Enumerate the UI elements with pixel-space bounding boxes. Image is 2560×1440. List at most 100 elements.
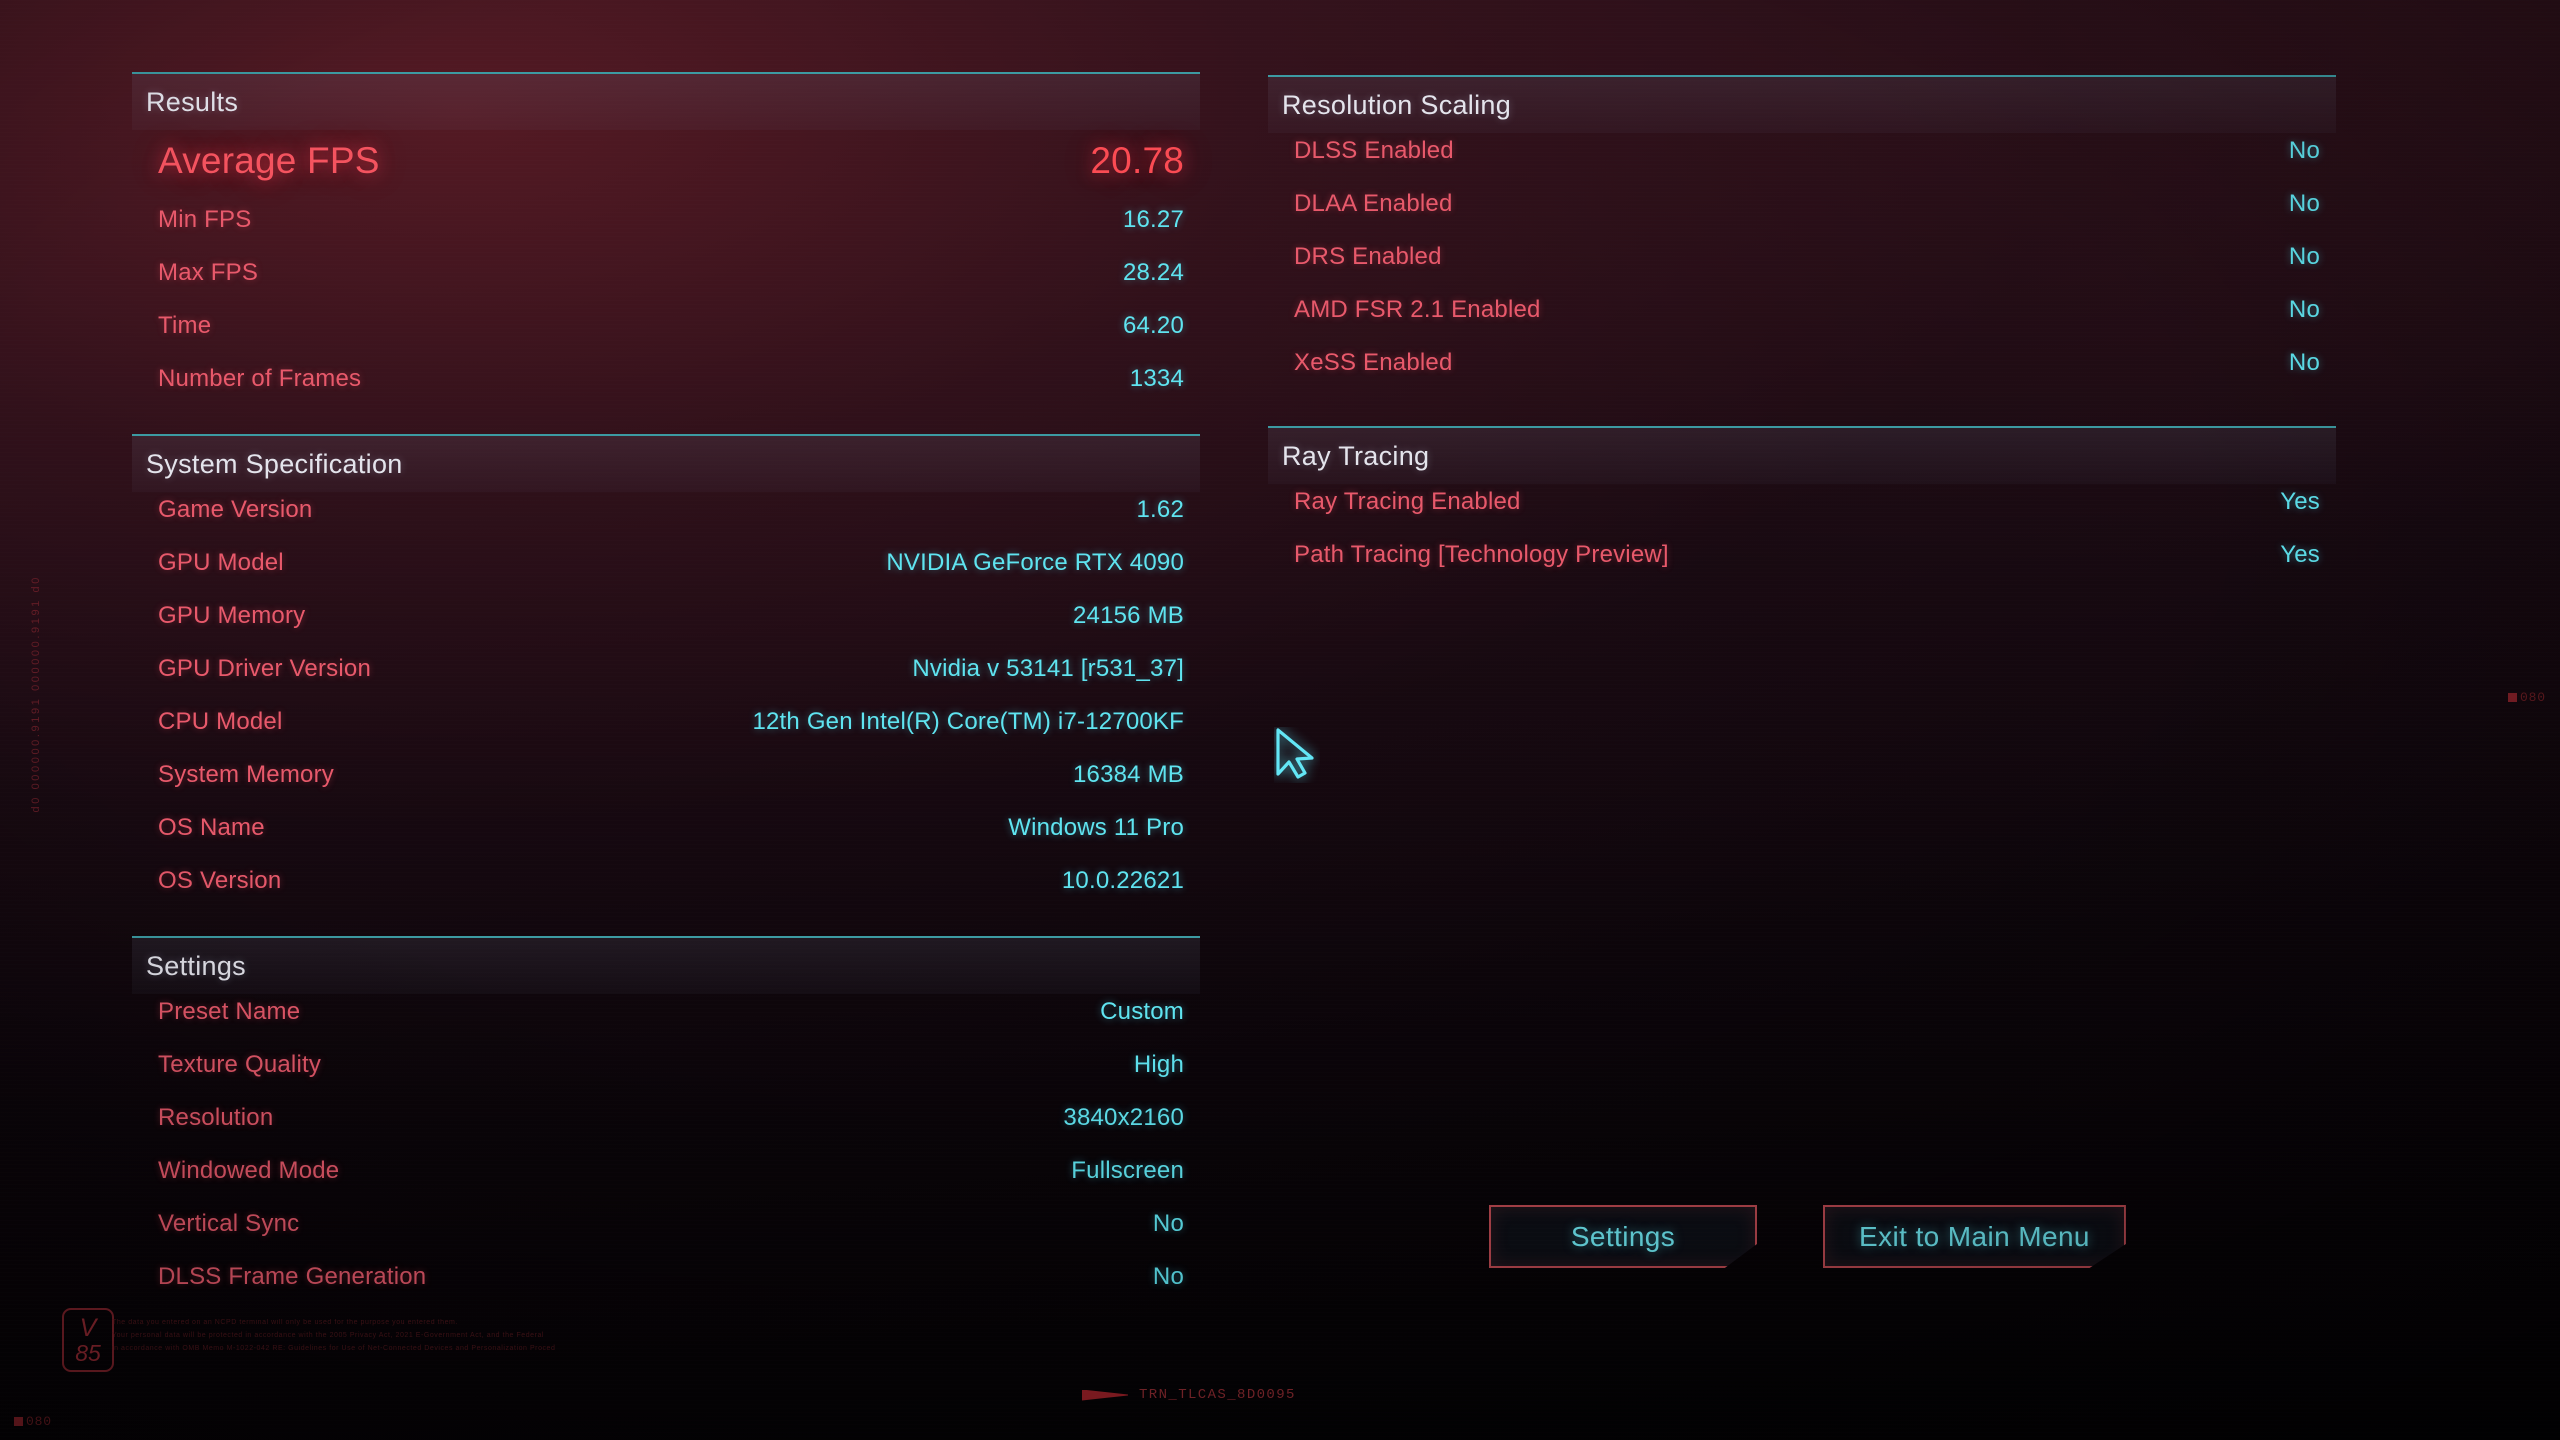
stat-row: DLSS Enabled No [1268, 137, 2336, 190]
stat-label: Time [158, 312, 212, 339]
stat-label: Average FPS [158, 140, 380, 181]
stat-row: GPU Model NVIDIA GeForce RTX 4090 [132, 549, 1200, 602]
stat-row: Average FPS 20.78 [132, 134, 1200, 206]
stat-row: DRS Enabled No [1268, 243, 2336, 296]
stat-value: No [2288, 349, 2320, 376]
stat-value: Custom [1100, 998, 1184, 1025]
stat-row: Time 64.20 [132, 312, 1200, 365]
stat-value: 1334 [1129, 365, 1184, 392]
bottom-left-marker-label: 080 [26, 1414, 52, 1429]
stat-label: System Memory [158, 761, 334, 788]
stat-label: Game Version [158, 496, 313, 523]
right-edge-marker-label: 080 [2520, 690, 2546, 705]
action-button-group: Settings Exit to Main Menu [1489, 1205, 2126, 1268]
stat-value: Fullscreen [1071, 1157, 1184, 1184]
stat-value: No [2288, 296, 2320, 323]
stat-value: 10.0.22621 [1061, 867, 1184, 894]
badge-letter: V [79, 1313, 97, 1342]
stat-row: Vertical Sync No [132, 1210, 1200, 1263]
stat-value: NVIDIA GeForce RTX 4090 [886, 549, 1184, 576]
stat-value: No [1152, 1263, 1184, 1290]
stat-row: CPU Model 12th Gen Intel(R) Core(TM) i7-1… [132, 708, 1200, 761]
footer-trace-tag: TRN_TLCAS_8D0095 [1082, 1387, 1296, 1403]
stat-row: Max FPS 28.24 [132, 259, 1200, 312]
section-header: Ray Tracing [1268, 426, 2336, 484]
section-title: Results [146, 86, 239, 117]
stat-row: DLAA Enabled No [1268, 190, 2336, 243]
stat-label: GPU Driver Version [158, 655, 371, 682]
stat-row: Number of Frames 1334 [132, 365, 1200, 418]
stat-row: Min FPS 16.27 [132, 206, 1200, 259]
stat-row: Ray Tracing Enabled Yes [1268, 488, 2336, 541]
stat-value: 3840x2160 [1063, 1104, 1184, 1131]
stat-label: DRS Enabled [1294, 243, 1442, 270]
mouse-cursor-icon [1276, 728, 1314, 779]
stat-row: Preset Name Custom [132, 998, 1200, 1051]
exit-to-main-menu-button[interactable]: Exit to Main Menu [1823, 1205, 2126, 1268]
stat-row: Resolution 3840x2160 [132, 1104, 1200, 1157]
stat-value: 24156 MB [1072, 602, 1184, 629]
stat-label: OS Version [158, 867, 282, 894]
stat-label: DLSS Enabled [1294, 137, 1454, 164]
stat-label: Windowed Mode [158, 1157, 340, 1184]
section-header: System Specification [132, 434, 1200, 492]
stat-value: No [2288, 243, 2320, 270]
stat-label: Vertical Sync [158, 1210, 300, 1237]
legal-disclaimer-text: The data you entered on an NCPD terminal… [112, 1317, 1792, 1356]
square-icon [2508, 693, 2517, 702]
right-edge-marker: 080 [2508, 690, 2546, 705]
stat-row: Texture Quality High [132, 1051, 1200, 1104]
stat-label: Resolution [158, 1104, 274, 1131]
stat-label: DLSS Frame Generation [158, 1263, 427, 1290]
stat-label: AMD FSR 2.1 Enabled [1294, 296, 1541, 323]
section-title: Resolution Scaling [1282, 89, 1512, 120]
stat-value: Yes [2280, 488, 2320, 515]
legal-line-3: in accordance with OMB Memo M-1022-042 R… [112, 1344, 556, 1352]
stat-label: XeSS Enabled [1294, 349, 1453, 376]
stat-row: DLSS Frame Generation No [132, 1263, 1200, 1316]
stat-value: Nvidia v 53141 [r531_37] [912, 655, 1184, 682]
stat-label: CPU Model [158, 708, 283, 735]
stat-label: GPU Memory [158, 602, 306, 629]
stat-value: 1.62 [1136, 496, 1184, 523]
stat-value: Yes [2280, 541, 2320, 568]
badge-number: 85 [75, 1340, 101, 1367]
legal-line-2: Your personal data will be protected in … [112, 1331, 545, 1339]
stat-value: 16.27 [1122, 206, 1184, 233]
stat-row: System Memory 16384 MB [132, 761, 1200, 814]
stat-value: Windows 11 Pro [1008, 814, 1184, 841]
legal-line-1: The data you entered on an NCPD terminal… [112, 1319, 458, 1326]
section-title: Ray Tracing [1282, 440, 1430, 471]
bottom-left-marker: 080 [14, 1414, 52, 1429]
stat-row: OS Version 10.0.22621 [132, 867, 1200, 920]
stat-row: OS Name Windows 11 Pro [132, 814, 1200, 867]
stat-value: No [1152, 1210, 1184, 1237]
stat-value: 16384 MB [1072, 761, 1184, 788]
stat-row: XeSS Enabled No [1268, 349, 2336, 402]
stat-value: 64.20 [1122, 312, 1184, 339]
stat-row: AMD FSR 2.1 Enabled No [1268, 296, 2336, 349]
stat-label: Path Tracing [Technology Preview] [1294, 541, 1669, 568]
stat-row: Windowed Mode Fullscreen [132, 1157, 1200, 1210]
stat-label: Number of Frames [158, 365, 362, 392]
stat-value: No [2288, 190, 2320, 217]
wedge-icon [1082, 1389, 1128, 1401]
stat-value: High [1133, 1051, 1184, 1078]
stat-label: GPU Model [158, 549, 284, 576]
right-column: Resolution Scaling DLSS Enabled No DLAA Ena… [1268, 75, 2336, 594]
stat-label: Preset Name [158, 998, 301, 1025]
footer-trace-code: TRN_TLCAS_8D0095 [1139, 1387, 1296, 1403]
stat-row: GPU Driver Version Nvidia v 53141 [r531_3… [132, 655, 1200, 708]
left-edge-serial-text: d0 000000.9191 000000.9191 d0 [30, 575, 42, 813]
stat-label: Max FPS [158, 259, 259, 286]
section-title: Settings [146, 950, 246, 981]
stat-row: GPU Memory 24156 MB [132, 602, 1200, 655]
stat-label: OS Name [158, 814, 265, 841]
stat-row: Path Tracing [Technology Preview] Yes [1268, 541, 2336, 594]
left-column: Results Average FPS 20.78 Min FPS 16.27 Max F… [132, 72, 1200, 1316]
square-icon [14, 1417, 23, 1426]
settings-button[interactable]: Settings [1489, 1205, 1757, 1268]
section-title: System Specification [146, 448, 403, 479]
